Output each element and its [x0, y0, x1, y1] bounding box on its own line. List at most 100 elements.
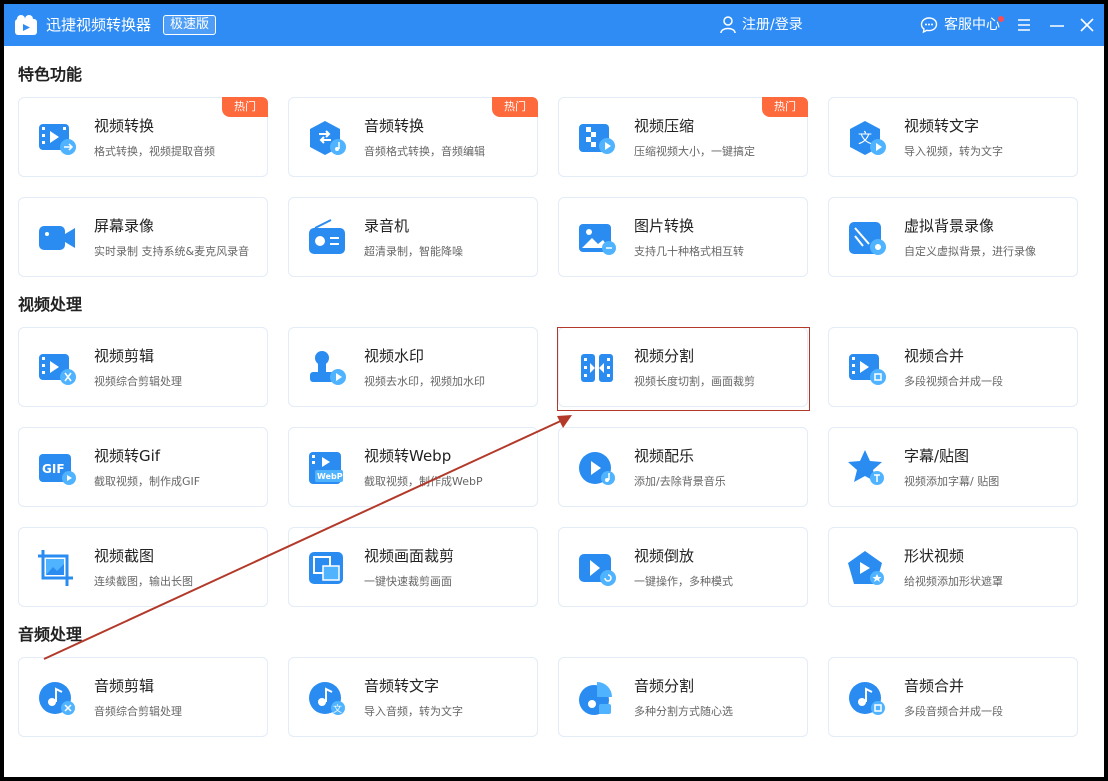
svg-text:文: 文 — [858, 131, 872, 147]
feature-card[interactable]: 图片转换支持几十种格式相互转 — [558, 197, 808, 277]
video-convert-icon — [39, 124, 76, 155]
watermark-icon — [310, 351, 346, 385]
app-logo-icon — [15, 15, 37, 35]
card-description: 给视频添加形状遮罩 — [904, 575, 1003, 588]
menu-icon[interactable] — [1014, 15, 1034, 35]
feature-card[interactable]: 音频剪辑音频综合剪辑处理 — [18, 657, 268, 737]
recorder-icon — [309, 219, 345, 254]
feature-card[interactable]: 视频截图 连续截图，输出长图 — [18, 527, 268, 607]
feature-card[interactable]: 视频画面裁剪 一键快速裁剪画面 — [288, 527, 538, 607]
card-description: 截取视频，制作成WebP — [364, 475, 483, 488]
card-description: 实时录制 支持系统&麦克风录音 — [94, 245, 250, 258]
feature-card[interactable]: 视频倒放一键操作，多种模式 — [558, 527, 808, 607]
audio-convert-icon — [310, 121, 346, 155]
card-title: 视频转Gif — [94, 447, 161, 465]
svg-text:文: 文 — [333, 703, 342, 715]
feature-card[interactable]: 音频转换音频格式转换，音频编辑 热门 — [288, 97, 538, 177]
card-description: 音频格式转换，音频编辑 — [364, 145, 485, 158]
card-title: 视频转文字 — [904, 117, 980, 135]
feature-card[interactable]: 视频水印视频去水印，视频加水印 — [288, 327, 538, 407]
card-description: 多段视频合并成一段 — [904, 375, 1003, 388]
minimize-icon[interactable] — [1047, 15, 1067, 35]
section-title: 视频处理 — [18, 295, 83, 314]
svg-text:GIF: GIF — [42, 462, 65, 476]
feature-card[interactable]: WebP 视频转Webp 截取视频，制作成WebP — [288, 427, 538, 507]
feature-card[interactable]: GIF 视频转Gif 截取视频，制作成GIF — [18, 427, 268, 507]
feature-card[interactable]: 视频分割视频长度切割，画面裁剪 — [558, 327, 808, 407]
video-edit-icon — [39, 354, 76, 385]
feature-card[interactable]: 形状视频 给视频添加形状遮罩 — [828, 527, 1078, 607]
card-title: 音频合并 — [904, 677, 965, 695]
feature-card[interactable]: 视频合并多段视频合并成一段 — [828, 327, 1078, 407]
card-description: 视频去水印，视频加水印 — [364, 375, 485, 388]
feature-card[interactable]: 视频压缩压缩视频大小，一键搞定 热门 — [558, 97, 808, 177]
feature-card[interactable]: 音频分割 多种分割方式随心选 — [558, 657, 808, 737]
card-title: 视频分割 — [634, 347, 695, 365]
audio-to-text-icon: 文 — [309, 682, 345, 715]
screenshot-icon — [38, 550, 73, 586]
video-compress-icon — [579, 124, 615, 154]
card-description: 支持几十种格式相互转 — [634, 245, 744, 258]
login-button[interactable]: 注册/登录 — [720, 14, 803, 36]
feature-card[interactable]: 字幕/贴图 视频添加字幕/ 贴图 — [828, 427, 1078, 507]
card-description: 音频综合剪辑处理 — [94, 705, 182, 718]
feature-card[interactable]: 屏幕录像实时录制 支持系统&麦克风录音 — [18, 197, 268, 277]
feature-card[interactable]: 文 音频转文字 导入音频，转为文字 — [288, 657, 538, 737]
feature-card[interactable]: 虚拟背景录像 自定义虚拟背景，进行录像 — [828, 197, 1078, 277]
feature-card[interactable]: 视频剪辑 视频综合剪辑处理 — [18, 327, 268, 407]
card-description: 添加/去除背景音乐 — [634, 475, 726, 488]
image-convert-icon — [579, 224, 616, 255]
video-merge-icon — [849, 354, 886, 385]
customer-service-button[interactable]: 客服中心 — [920, 14, 1004, 36]
card-title: 视频倒放 — [634, 547, 695, 565]
app-window: 迅捷视频转换器 极速版 注册/登录 客服中心 特色功能 视频转换 格式转换，视频… — [4, 4, 1104, 777]
card-description: 一键快速裁剪画面 — [364, 575, 452, 588]
card-title: 音频剪辑 — [94, 677, 155, 695]
hot-badge: 热门 — [762, 97, 808, 117]
webp-icon: WebP — [309, 452, 343, 484]
section-title: 特色功能 — [18, 65, 83, 84]
hot-badge: 热门 — [492, 97, 538, 117]
card-title: 视频压缩 — [634, 117, 695, 135]
card-title: 音频转换 — [364, 117, 425, 135]
card-title: 视频水印 — [364, 347, 425, 365]
card-title: 图片转换 — [634, 217, 695, 235]
music-icon — [579, 452, 615, 485]
edition-badge: 极速版 — [163, 15, 217, 35]
card-description: 压缩视频大小，一键搞定 — [634, 145, 755, 158]
card-description: 一键操作，多种模式 — [634, 575, 733, 588]
card-description: 多段音频合并成一段 — [904, 705, 1003, 718]
card-title: 视频转Webp — [364, 447, 452, 465]
section-title: 音频处理 — [18, 625, 83, 644]
audio-merge-icon — [849, 682, 885, 715]
shape-icon — [848, 551, 884, 585]
feature-card[interactable]: 视频配乐 添加/去除背景音乐 — [558, 427, 808, 507]
close-icon[interactable] — [1077, 15, 1097, 35]
card-title: 屏幕录像 — [94, 217, 155, 235]
video-split-icon — [581, 354, 613, 382]
feature-card[interactable]: 视频转换格式转换，视频提取音频 热门 — [18, 97, 268, 177]
reverse-icon — [579, 554, 616, 586]
video-to-text-icon: 文 — [850, 121, 886, 155]
card-description: 自定义虚拟背景，进行录像 — [904, 245, 1036, 258]
card-title: 视频转换 — [94, 117, 155, 135]
card-description: 多种分割方式随心选 — [634, 705, 733, 718]
card-title: 音频转文字 — [364, 677, 440, 695]
card-description: 视频长度切割，画面裁剪 — [634, 375, 755, 388]
feature-card[interactable]: 文 视频转文字导入视频，转为文字 — [828, 97, 1078, 177]
feature-card[interactable]: 录音机 超清录制，智能降噪 — [288, 197, 538, 277]
audio-split-icon — [579, 682, 612, 715]
subtitle-star-icon — [848, 450, 884, 485]
card-title: 视频合并 — [904, 347, 965, 365]
card-title: 视频剪辑 — [94, 347, 155, 365]
card-description: 格式转换，视频提取音频 — [94, 145, 215, 158]
card-description: 导入视频，转为文字 — [904, 145, 1003, 158]
feature-card[interactable]: 音频合并多段音频合并成一段 — [828, 657, 1078, 737]
hot-badge: 热门 — [222, 97, 268, 117]
title-bar: 迅捷视频转换器 极速版 注册/登录 客服中心 — [4, 4, 1104, 46]
card-description: 视频添加字幕/ 贴图 — [904, 475, 1000, 488]
audio-edit-icon — [39, 682, 75, 715]
service-label-wrap: 客服中心 — [944, 14, 1004, 36]
card-title: 录音机 — [364, 217, 410, 235]
crop-icon — [309, 552, 343, 584]
